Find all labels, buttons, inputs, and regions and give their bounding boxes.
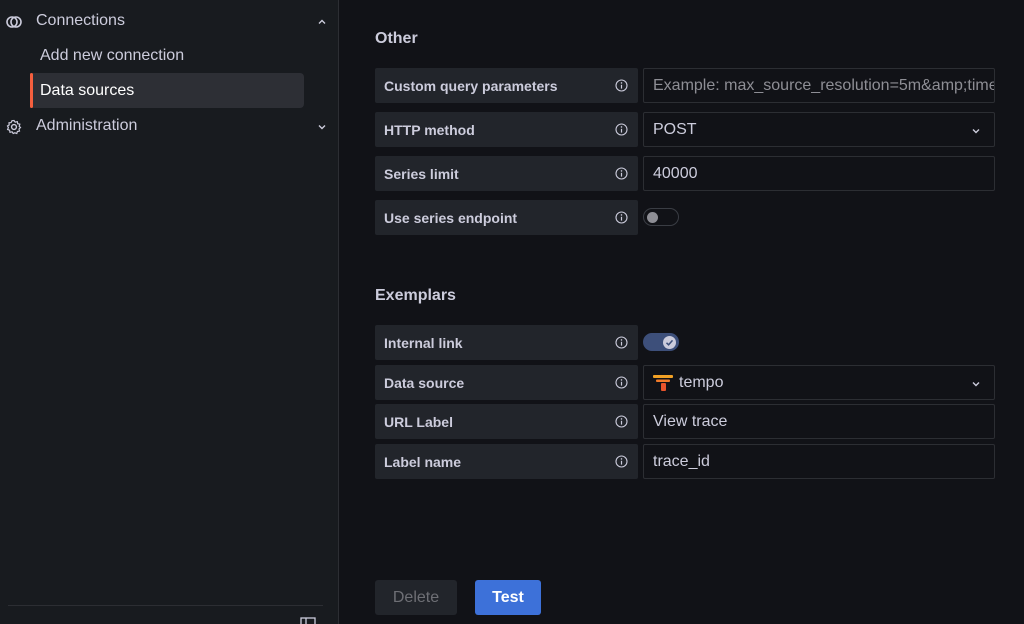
data-source-value: tempo: [679, 373, 724, 391]
connections-icon: [6, 14, 22, 30]
info-icon[interactable]: [615, 79, 628, 92]
custom-query-input[interactable]: Example: max_source_resolution=5m&amp;ti…: [643, 68, 995, 103]
chevron-down-icon: [318, 125, 326, 130]
tempo-logo-icon: [653, 374, 673, 391]
internal-link-toggle[interactable]: [643, 333, 679, 351]
delete-button[interactable]: Delete: [375, 580, 457, 615]
toggle-knob: [663, 336, 676, 349]
internal-link-label: Internal link: [384, 334, 463, 351]
sidebar-item-label: Data sources: [40, 81, 135, 99]
http-method-select[interactable]: POST: [643, 112, 995, 147]
series-limit-label: Series limit: [384, 165, 459, 182]
check-icon: [665, 339, 674, 346]
info-icon[interactable]: [615, 376, 628, 389]
info-icon[interactable]: [615, 211, 628, 224]
chevron-down-icon: [972, 129, 980, 134]
field-label-box: Use series endpoint: [375, 200, 638, 235]
field-label-box: Series limit: [375, 156, 638, 191]
field-label-box: Custom query parameters: [375, 68, 638, 103]
chevron-down-icon: [972, 382, 980, 387]
toggle-knob: [647, 212, 658, 223]
settings-panel: Other Custom query parameters Example: m…: [340, 0, 1024, 624]
field-label-box: Label name: [375, 444, 638, 479]
label-name-label: Label name: [384, 453, 462, 470]
info-icon[interactable]: [615, 167, 628, 180]
info-icon[interactable]: [615, 123, 628, 136]
field-label-box: Data source: [375, 365, 638, 400]
use-series-endpoint-label: Use series endpoint: [384, 209, 518, 226]
label-name-input[interactable]: trace_id: [643, 444, 995, 479]
gear-icon: [6, 119, 22, 135]
sidebar-section-connections[interactable]: Connections: [0, 3, 339, 39]
info-icon[interactable]: [615, 336, 628, 349]
test-button[interactable]: Test: [475, 580, 541, 615]
sidebar-section-label: Administration: [36, 117, 138, 134]
series-limit-value: 40000: [653, 164, 698, 182]
sidebar-item-add-new-connection[interactable]: Add new connection: [30, 38, 304, 73]
info-icon[interactable]: [615, 415, 628, 428]
section-title-exemplars: Exemplars: [375, 287, 456, 304]
sidebar-section-label: Connections: [36, 12, 125, 29]
series-limit-input[interactable]: 40000: [643, 156, 995, 191]
use-series-endpoint-toggle[interactable]: [643, 208, 679, 226]
label-name-value: trace_id: [653, 452, 710, 470]
dock-menu-icon[interactable]: [300, 617, 316, 624]
field-label-box: HTTP method: [375, 112, 638, 147]
section-title-other: Other: [375, 30, 418, 47]
url-label-label: URL Label: [384, 413, 453, 430]
http-method-label: HTTP method: [384, 121, 475, 138]
custom-query-placeholder: Example: max_source_resolution=5m&amp;ti…: [653, 76, 994, 94]
sidebar-section-administration[interactable]: Administration: [0, 108, 339, 144]
custom-query-label: Custom query parameters: [384, 77, 558, 94]
sidebar-item-data-sources[interactable]: Data sources: [30, 73, 304, 108]
url-label-input[interactable]: View trace: [643, 404, 995, 439]
sidebar: Connections Add new connection Data sour…: [0, 0, 339, 624]
data-source-label: Data source: [384, 374, 465, 391]
sidebar-divider: [8, 605, 323, 606]
app-root: Connections Add new connection Data sour…: [0, 0, 1024, 624]
field-label-box: Internal link: [375, 325, 638, 360]
sidebar-item-label: Add new connection: [40, 46, 185, 64]
field-label-box: URL Label: [375, 404, 638, 439]
chevron-up-icon: [318, 19, 326, 24]
http-method-value: POST: [653, 120, 697, 138]
data-source-select[interactable]: tempo: [643, 365, 995, 400]
url-label-value: View trace: [653, 412, 728, 430]
info-icon[interactable]: [615, 455, 628, 468]
